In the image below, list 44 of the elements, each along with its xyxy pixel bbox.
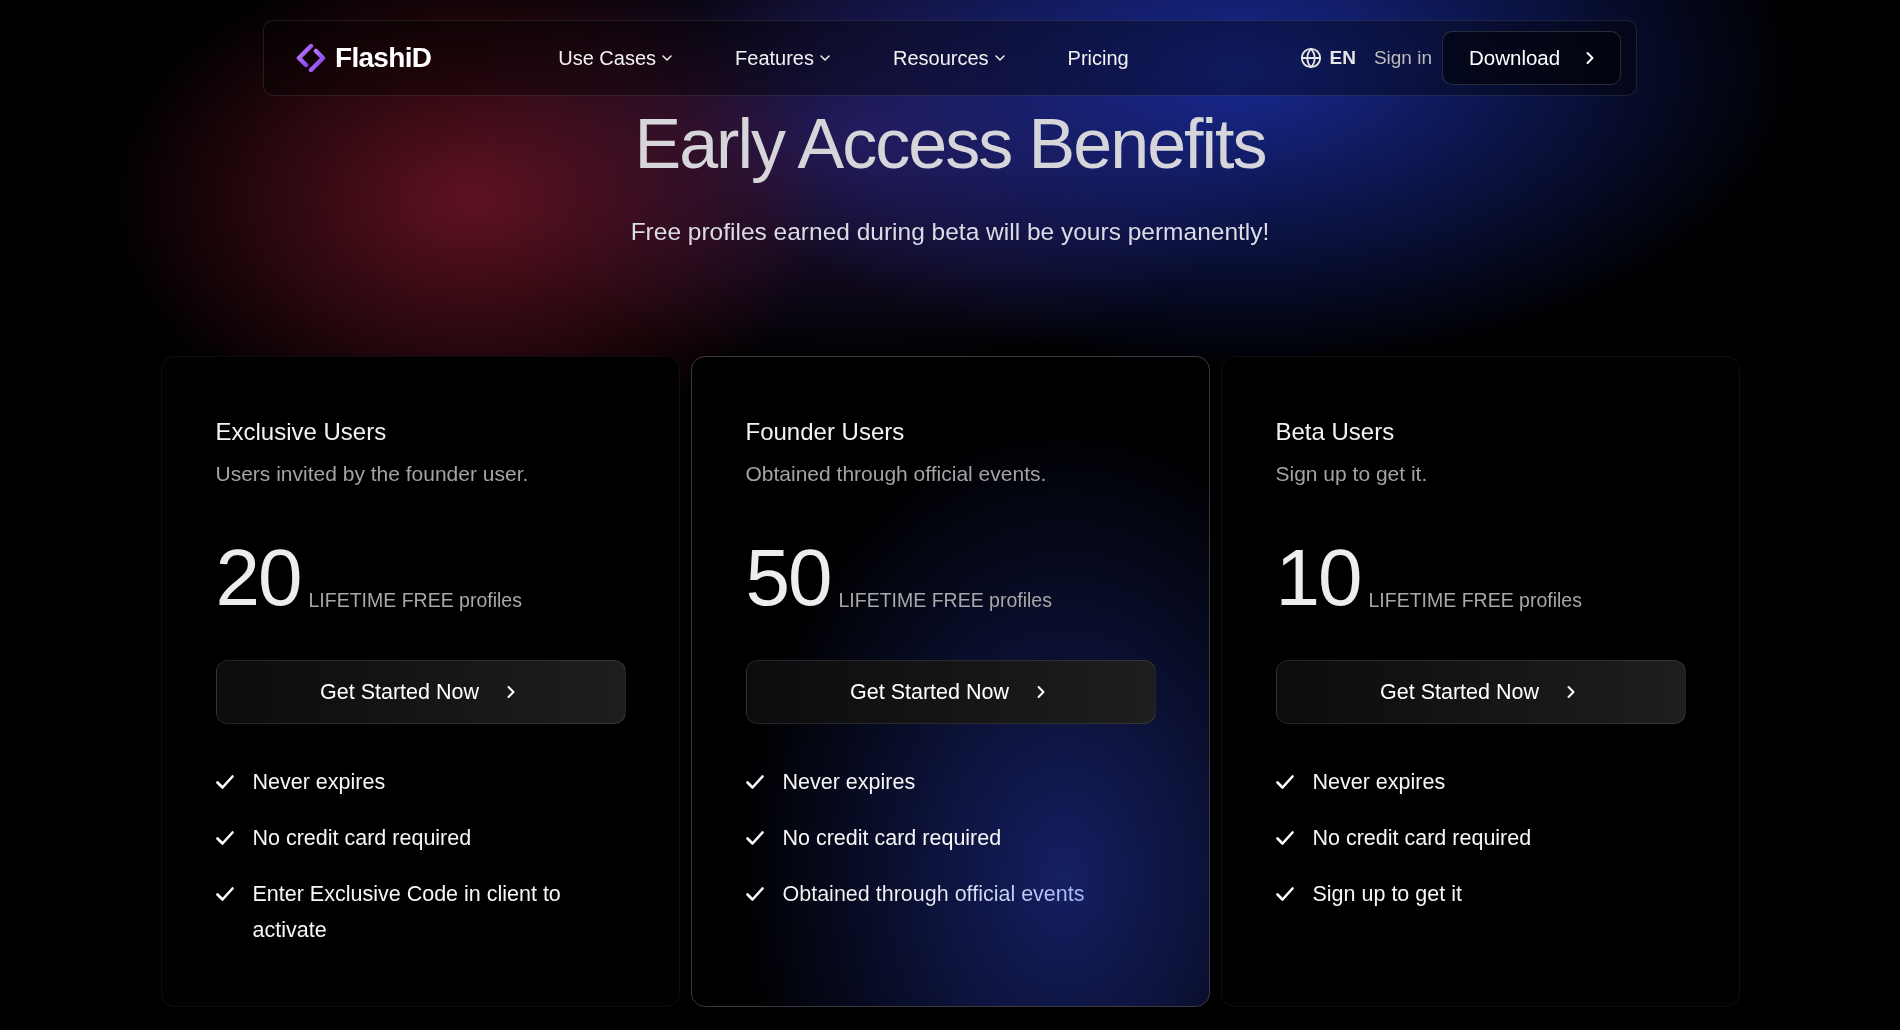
check-icon (1275, 887, 1294, 901)
logo-icon (296, 44, 326, 72)
get-started-button[interactable]: Get Started Now (745, 660, 1156, 724)
download-button[interactable]: Download (1442, 31, 1621, 85)
check-icon (1275, 775, 1294, 789)
count-label: LIFETIME FREE profiles (308, 588, 522, 613)
page-subtitle: Free profiles earned during beta will be yours permanently! (630, 217, 1270, 247)
check-icon (745, 775, 764, 789)
plan-description: Obtained through official events. (745, 461, 1047, 487)
check-icon (215, 887, 234, 901)
profile-count: 10 (1275, 538, 1361, 618)
get-started-button[interactable]: Get Started Now (215, 660, 626, 724)
check-icon (215, 775, 234, 789)
feature-text: Never expires (782, 769, 916, 796)
check-icon (1275, 831, 1294, 845)
nav-link[interactable]: Use Cases (558, 43, 676, 73)
plan-title: Beta Users (1275, 417, 1395, 447)
nav-link[interactable]: Features (735, 43, 833, 73)
nav-link[interactable]: Resources (893, 43, 1008, 73)
check-icon (745, 887, 764, 901)
plan-description: Sign up to get it. (1275, 461, 1428, 487)
feature-text: Enter Exclusive Code in client to activate (252, 881, 562, 944)
plan-title: Exclusive Users (215, 417, 387, 447)
check-icon (215, 831, 234, 845)
feature-text: No credit card required (252, 825, 472, 852)
feature-text: Never expires (252, 769, 386, 796)
nav-link[interactable]: Pricing (1067, 43, 1129, 73)
globe-icon (1300, 47, 1323, 69)
language-button[interactable]: EN (1300, 43, 1356, 73)
logo[interactable]: FlashiD (296, 44, 432, 72)
feature-text: Never expires (1312, 769, 1446, 796)
check-icon (745, 831, 764, 845)
count-label: LIFETIME FREE profiles (838, 588, 1052, 613)
feature-text: Sign up to get it (1312, 881, 1462, 908)
feature-text: No credit card required (782, 825, 1002, 852)
get-started-button[interactable]: Get Started Now (1275, 660, 1686, 724)
page-title: Early Access Benefits (634, 106, 1266, 182)
sign-in-link[interactable]: Sign in (1373, 43, 1432, 73)
profile-count: 50 (745, 538, 831, 618)
feature-text: No credit card required (1312, 825, 1532, 852)
count-label: LIFETIME FREE profiles (1368, 588, 1582, 613)
profile-count: 20 (215, 538, 301, 618)
plan-title: Founder Users (745, 417, 905, 447)
plan-description: Users invited by the founder user. (215, 461, 529, 487)
